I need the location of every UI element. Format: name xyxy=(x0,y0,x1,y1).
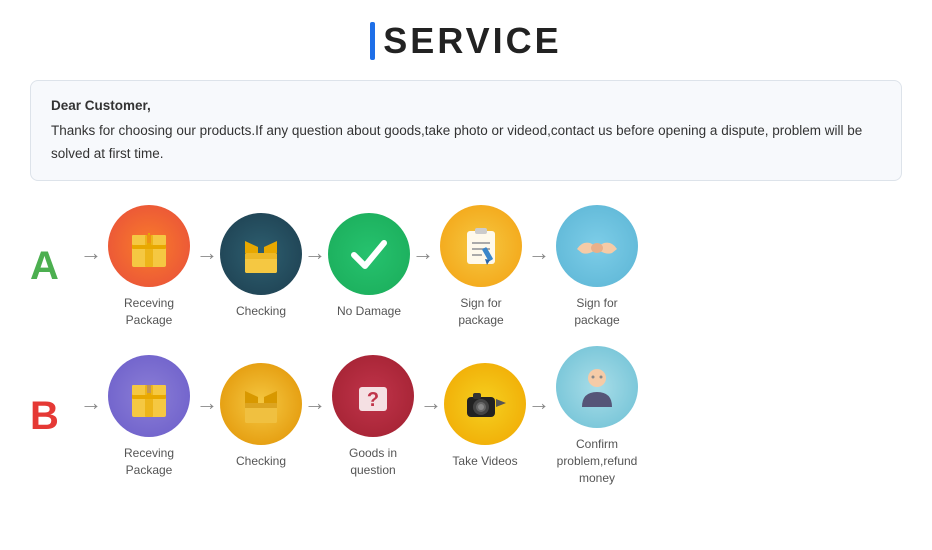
arrow-a1: → xyxy=(196,240,218,294)
flow-item-a3: No Damage xyxy=(328,213,410,320)
flow-item-a4: Sign for package xyxy=(436,205,526,329)
flow-item-b2: Checking xyxy=(220,363,302,470)
arrow-b4: → xyxy=(528,390,550,444)
icon-a4 xyxy=(440,205,522,287)
notice-box: Dear Customer, Thanks for choosing our p… xyxy=(30,80,902,181)
flow-row-a: A → xyxy=(30,205,902,329)
flow-item-b1: Receving Package xyxy=(104,355,194,479)
flow-section-b: B → Receving Package → xyxy=(30,346,902,486)
label-b4: Take Videos xyxy=(452,453,517,470)
icon-b4 xyxy=(444,363,526,445)
title-area: SERVICE xyxy=(30,20,902,62)
label-a1: Receving Package xyxy=(104,295,194,329)
svg-text:?: ? xyxy=(367,389,379,411)
arrow-b1: → xyxy=(196,390,218,444)
arrow-a2: → xyxy=(304,240,326,294)
arrow-a4: → xyxy=(528,240,550,294)
flow-item-b4: Take Videos xyxy=(444,363,526,470)
label-b5: Confirm problem,refund money xyxy=(552,436,642,486)
label-b2: Checking xyxy=(236,453,286,470)
arrow-b2: → xyxy=(304,390,326,444)
label-a2: Checking xyxy=(236,303,286,320)
flow-row-b: B → Receving Package → xyxy=(30,346,902,486)
flow-item-a5: Sign for package xyxy=(552,205,642,329)
arrow-a3: → xyxy=(412,240,434,294)
label-b1: Receving Package xyxy=(104,445,194,479)
page: SERVICE Dear Customer, Thanks for choosi… xyxy=(0,0,932,550)
icon-a2 xyxy=(220,213,302,295)
icon-a1 xyxy=(108,205,190,287)
page-title: SERVICE xyxy=(383,20,561,62)
icon-b1 xyxy=(108,355,190,437)
notice-body: Thanks for choosing our products.If any … xyxy=(51,120,881,166)
flow-section-a: A → xyxy=(30,205,902,329)
label-b3: Goods in question xyxy=(328,445,418,479)
icon-b2 xyxy=(220,363,302,445)
flow-item-b5: Confirm problem,refund money xyxy=(552,346,642,486)
title-bar xyxy=(370,22,375,60)
notice-greeting: Dear Customer, xyxy=(51,95,881,118)
label-a5: Sign for package xyxy=(552,295,642,329)
label-a4: Sign for package xyxy=(436,295,526,329)
arrow-b0: → xyxy=(80,390,102,444)
icon-a3 xyxy=(328,213,410,295)
icon-b5 xyxy=(556,346,638,428)
label-a3: No Damage xyxy=(337,303,401,320)
icon-b3: ? xyxy=(332,355,414,437)
arrow-b3: → xyxy=(420,390,442,444)
flow-item-a2: Checking xyxy=(220,213,302,320)
flow-item-b3: ? Goods in question xyxy=(328,355,418,479)
flow-item-a1: Receving Package xyxy=(104,205,194,329)
arrow-a0: → xyxy=(80,240,102,294)
flow-letter-a: A xyxy=(30,244,70,289)
icon-a5 xyxy=(556,205,638,287)
flow-letter-b: B xyxy=(30,394,70,439)
